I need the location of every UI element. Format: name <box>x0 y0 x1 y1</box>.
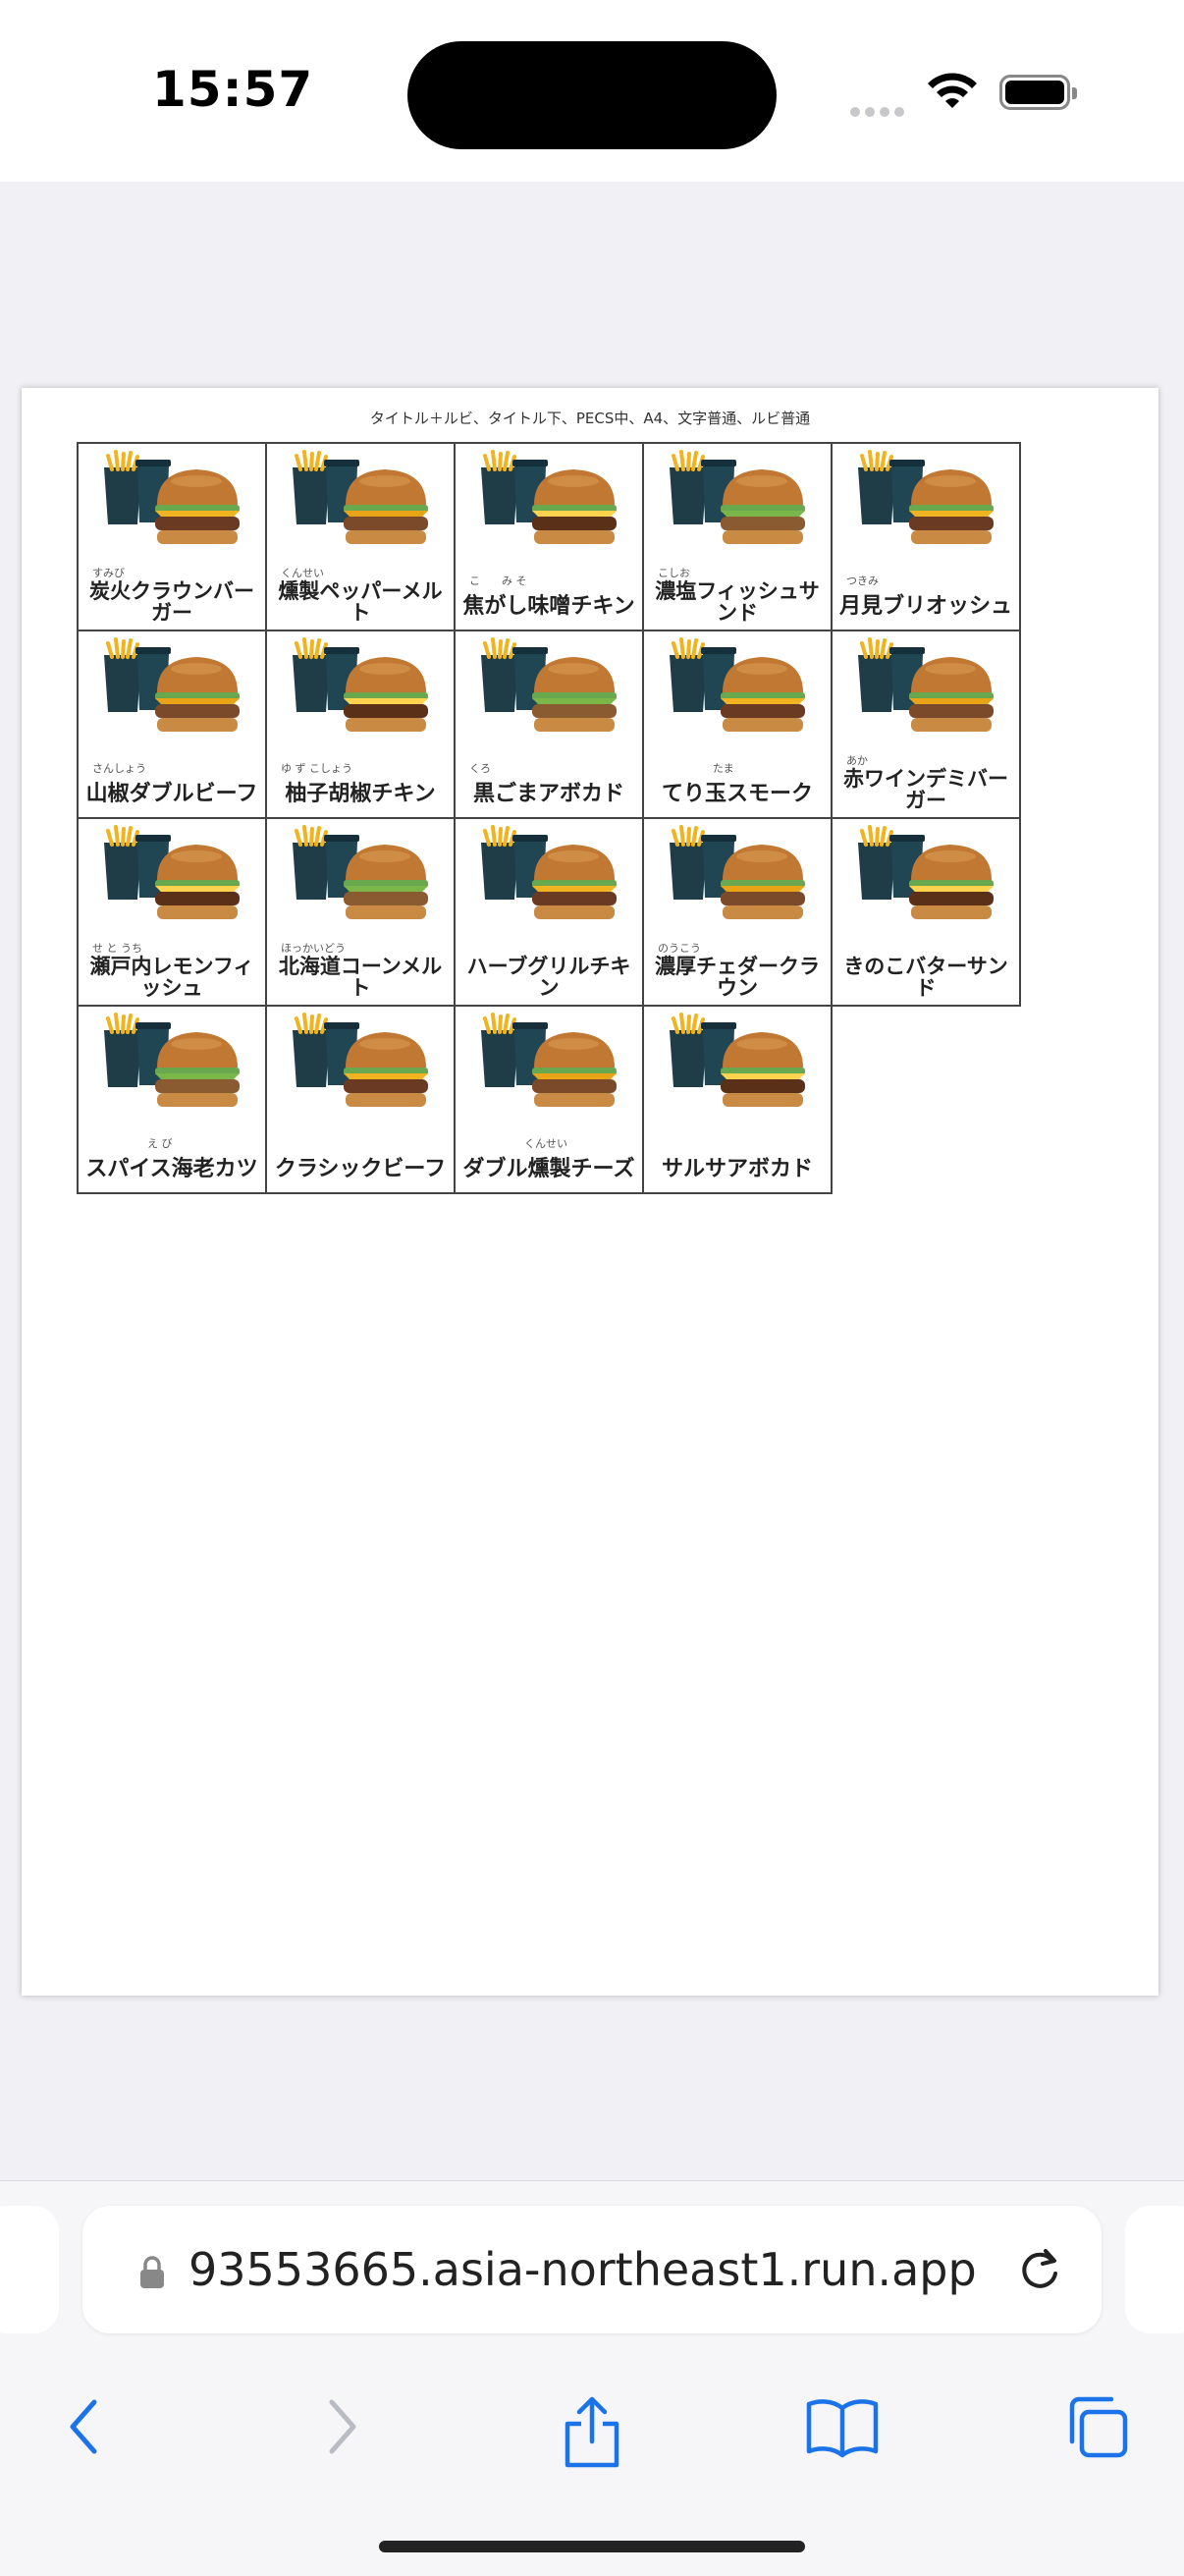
pecs-card: サルサアボカド <box>644 1007 833 1194</box>
reload-icon[interactable] <box>1013 2241 1068 2296</box>
pecs-card: クラシックビーフ <box>267 1007 456 1194</box>
burger-set-icon <box>670 1013 805 1107</box>
card-label: てり玉スモーク <box>661 782 813 806</box>
ruby-text: くんせい <box>281 567 324 579</box>
ruby-text: ほっかいどう <box>281 942 346 955</box>
ruby-text: こ み そ <box>469 575 527 587</box>
card-label: 赤ワインデミバーガー <box>843 767 1008 812</box>
burger-set-icon <box>293 825 428 919</box>
pecs-card: つきみ月見ブリオッシュ <box>833 444 1021 631</box>
ruby-text: くんせい <box>524 1137 567 1150</box>
lock-icon <box>140 2256 164 2288</box>
pecs-card-grid: すみび 炭火クラウンバーガー くんせい 燻製ペッパーメルトこ み そ焦がし味噌チキンこ… <box>77 442 1021 1194</box>
card-label: 焦がし味噌チキン <box>462 594 635 619</box>
pecs-card: のうこう 濃厚チェダークラウン <box>644 819 833 1007</box>
ruby-text: すみび <box>92 567 125 579</box>
ruby-text: たま <box>713 762 734 775</box>
pecs-card: ハーブグリルチキン <box>456 819 644 1007</box>
burger-set-icon <box>104 450 240 544</box>
pecs-card: あか 赤ワインデミバーガー <box>833 631 1021 819</box>
document-page: タイトル＋ルビ、タイトル下、PECS中、A4、文字普通、ルビ普通 すみび 炭火クラ… <box>22 388 1158 1996</box>
pecs-card: きのこバターサンド <box>833 819 1021 1007</box>
ruby-text: のうこう <box>658 942 701 955</box>
burger-set-icon <box>481 1013 617 1107</box>
forward-icon[interactable] <box>316 2392 365 2461</box>
pecs-card: こしお 濃塩フィッシュサンド <box>644 444 833 631</box>
card-label: 燻製ペッパーメルト <box>278 579 443 625</box>
pecs-card: え びスパイス海老カツ <box>79 1007 267 1194</box>
card-label: ダブル燻製チーズ <box>462 1157 635 1181</box>
pecs-card: ほっかいどう 北海道コーンメルト <box>267 819 456 1007</box>
pecs-card: くんせい 燻製ペッパーメルト <box>267 444 456 631</box>
pecs-card: ゆ ず こしょう柚子胡椒チキン <box>267 631 456 819</box>
next-tab-preview[interactable] <box>1125 2206 1184 2333</box>
ruby-text: くろ <box>469 762 491 775</box>
card-label: 北海道コーンメルト <box>278 955 443 1000</box>
burger-set-icon <box>481 825 617 919</box>
card-label: きのこバターサンド <box>843 955 1008 1000</box>
wifi-icon <box>928 73 977 108</box>
ruby-text: こしお <box>658 567 690 579</box>
ruby-text: さんしょう <box>92 762 146 775</box>
burger-set-icon <box>858 825 994 919</box>
card-label: ハーブグリルチキン <box>466 955 631 1000</box>
pecs-card: くんせいダブル燻製チーズ <box>456 1007 644 1194</box>
burger-set-icon <box>858 637 994 732</box>
browser-toolbar: 93553665.asia-northeast1.run.app <box>0 2180 1184 2576</box>
url-text: 93553665.asia-northeast1.run.app <box>188 2243 977 2296</box>
pecs-card: さんしょう山椒ダブルビーフ <box>79 631 267 819</box>
pecs-card: たまてり玉スモーク <box>644 631 833 819</box>
burger-set-icon <box>858 450 994 544</box>
card-label: サルサアボカド <box>661 1157 813 1181</box>
card-label: 瀬戸内レモンフィッシュ <box>89 955 254 1000</box>
ruby-text: せ と うち <box>92 942 142 955</box>
burger-set-icon <box>481 637 617 732</box>
burger-set-icon <box>104 1013 240 1107</box>
back-icon[interactable] <box>61 2392 110 2461</box>
card-label: 炭火クラウンバーガー <box>89 579 254 625</box>
pecs-card: すみび 炭火クラウンバーガー <box>79 444 267 631</box>
bookmarks-icon[interactable] <box>805 2392 880 2461</box>
pecs-card: せ と うち 瀬戸内レモンフィッシュ <box>79 819 267 1007</box>
tabs-icon[interactable] <box>1060 2392 1131 2463</box>
home-indicator <box>379 2541 805 2552</box>
card-label: 濃厚チェダークラウン <box>655 955 820 1000</box>
pecs-card: こ み そ焦がし味噌チキン <box>456 444 644 631</box>
burger-set-icon <box>670 637 805 732</box>
status-time: 15:57 <box>152 61 314 118</box>
burger-set-icon <box>670 825 805 919</box>
share-icon[interactable] <box>558 2392 626 2471</box>
status-bar: 15:57 <box>0 0 1184 182</box>
card-label: クラシックビーフ <box>274 1157 447 1181</box>
burger-set-icon <box>293 450 428 544</box>
card-label: 山椒ダブルビーフ <box>85 782 258 806</box>
signal-dots-icon <box>850 102 909 121</box>
browser-nav-bar <box>0 2373 1184 2491</box>
burger-set-icon <box>104 637 240 732</box>
ruby-text: ゆ ず こしょう <box>281 762 352 775</box>
burger-set-icon <box>293 637 428 732</box>
ruby-text: つきみ <box>846 575 879 587</box>
card-label: 月見ブリオッシュ <box>838 594 1012 619</box>
dynamic-island <box>407 41 777 149</box>
burger-set-icon <box>670 450 805 544</box>
card-label: 濃塩フィッシュサンド <box>655 579 820 625</box>
ruby-text: え び <box>147 1137 173 1150</box>
card-label: 黒ごまアボカド <box>472 782 624 806</box>
address-bar[interactable]: 93553665.asia-northeast1.run.app <box>82 2206 1102 2333</box>
burger-set-icon <box>293 1013 428 1107</box>
previous-tab-preview[interactable] <box>0 2206 59 2333</box>
page-caption: タイトル＋ルビ、タイトル下、PECS中、A4、文字普通、ルビ普通 <box>369 410 811 427</box>
card-label: スパイス海老カツ <box>85 1157 258 1181</box>
card-label: 柚子胡椒チキン <box>285 782 436 806</box>
battery-icon <box>999 75 1077 110</box>
pecs-card: くろ 黒ごまアボカド <box>456 631 644 819</box>
burger-set-icon <box>481 450 617 544</box>
ruby-text: あか <box>846 754 868 767</box>
burger-set-icon <box>104 825 240 919</box>
